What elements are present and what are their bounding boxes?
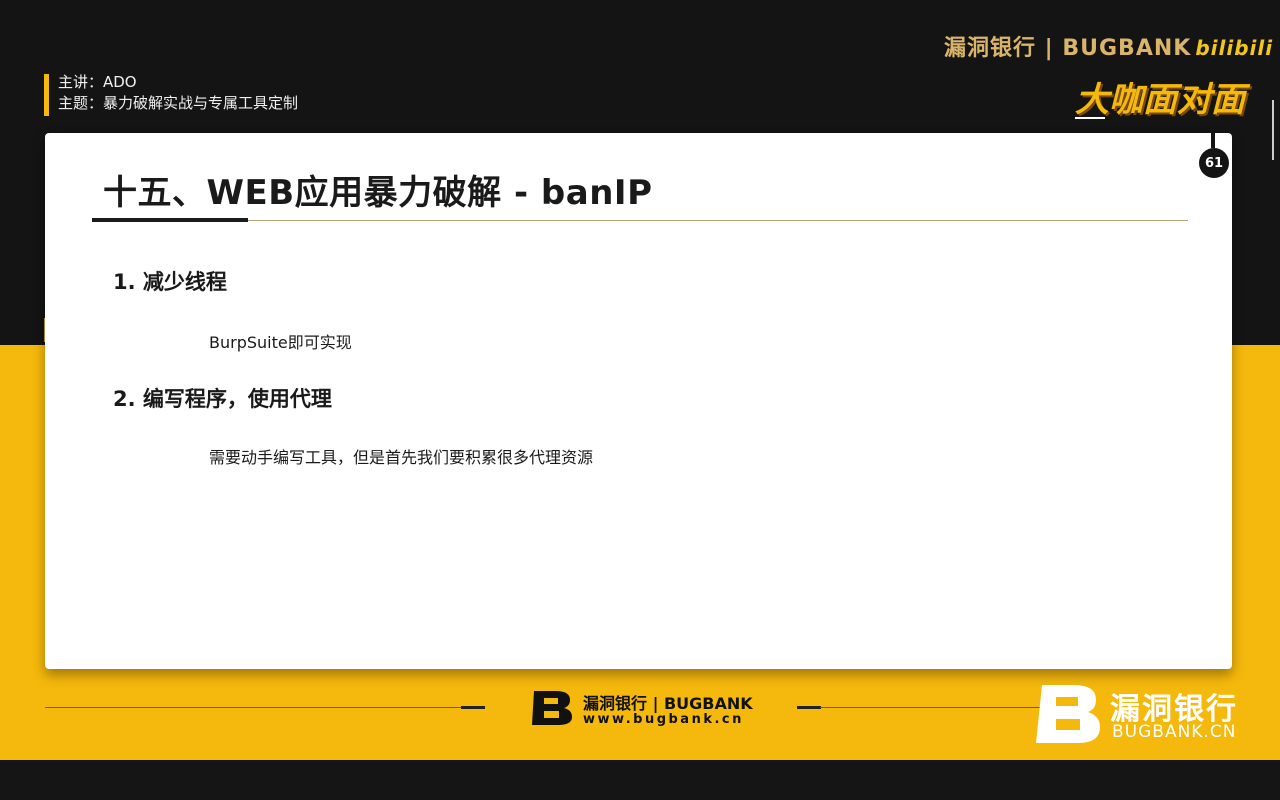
header-slogan: 大咖面对面: [1075, 80, 1245, 120]
header-brand: 漏洞银行 | BUGBANK bilibili: [944, 30, 1273, 62]
item-body-2: 需要动手编写工具，但是首先我们要积累很多代理资源: [209, 448, 594, 467]
watermark-logo-icon: [1036, 685, 1100, 743]
footer-brand: 漏洞银行 | BUGBANK: [583, 694, 753, 713]
presenter-label: 主讲：ADO: [58, 73, 137, 91]
footer-line-left: [45, 707, 465, 708]
page-number-badge: 61: [1199, 148, 1229, 178]
item-heading-1: 1. 减少线程: [113, 270, 227, 294]
slide-title: 十五、WEB应用暴力破解 - banIP: [103, 173, 653, 213]
slogan-underline: [1075, 117, 1105, 119]
bilibili-logo: bilibili: [1195, 36, 1274, 60]
footer-url: www.bugbank.cn: [583, 712, 744, 727]
footer-dash-right: [797, 706, 821, 709]
speaker-info: 主讲：ADO 主题：暴力破解实战与专属工具定制: [58, 72, 298, 114]
header-brand-text: 漏洞银行 | BUGBANK: [944, 36, 1192, 61]
footer-dash-left: [461, 706, 485, 709]
topic-label: 主题：暴力破解实战与专属工具定制: [58, 94, 299, 112]
title-accent-bar: [92, 218, 248, 222]
page-pin: [1211, 128, 1215, 148]
speaker-accent-bar: [44, 74, 49, 116]
item-heading-2: 2. 编写程序，使用代理: [113, 387, 332, 411]
footer-line-right: [820, 707, 1052, 708]
bottom-bar: [0, 760, 1280, 800]
edge-marker: [1272, 100, 1280, 160]
title-divider: [92, 220, 1188, 221]
bugbank-logo-icon: [532, 691, 572, 725]
item-body-1: BurpSuite即可实现: [209, 333, 352, 352]
watermark-url: BUGBANK.CN: [1112, 722, 1237, 742]
